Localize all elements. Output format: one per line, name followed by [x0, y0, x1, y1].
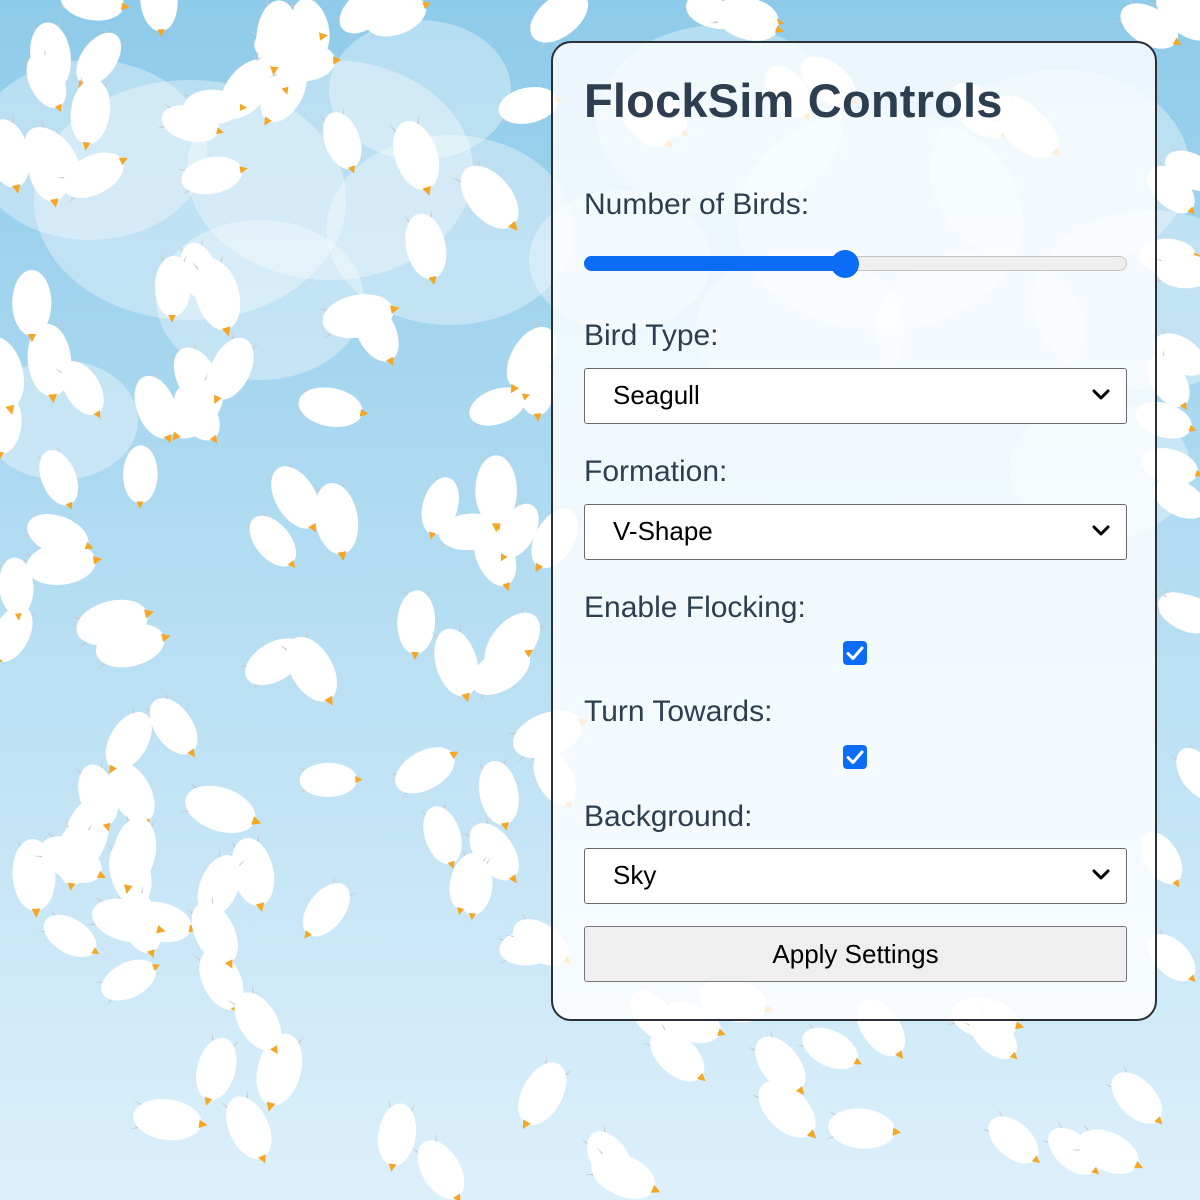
formation-select[interactable]: V-Shape — [584, 504, 1127, 560]
formation-label: Formation: — [584, 455, 728, 488]
birds-count-slider[interactable] — [584, 250, 1127, 278]
background-select[interactable]: Sky — [584, 848, 1127, 904]
formation-value: V-Shape — [613, 516, 713, 546]
background-label: Background: — [584, 800, 753, 833]
chevron-down-icon — [1092, 389, 1110, 400]
turn-towards-label: Turn Towards: — [584, 695, 773, 728]
slider-fill — [584, 256, 845, 271]
bird-type-label: Bird Type: — [584, 319, 719, 352]
apply-settings-button[interactable]: Apply Settings — [584, 926, 1127, 982]
slider-thumb[interactable] — [830, 250, 859, 278]
background-value: Sky — [613, 860, 657, 890]
chevron-down-icon — [1092, 525, 1110, 536]
birds-count-label: Number of Birds: — [584, 188, 810, 221]
chevron-down-icon — [1092, 869, 1110, 880]
bird-type-value: Seagull — [613, 380, 700, 410]
bird-type-select[interactable]: Seagull — [584, 368, 1127, 424]
checkmark-icon — [846, 646, 864, 660]
turn-towards-checkbox[interactable] — [843, 745, 867, 769]
flocking-checkbox[interactable] — [843, 641, 867, 665]
checkmark-icon — [846, 750, 864, 764]
panel-title: FlockSim Controls — [584, 74, 1003, 127]
controls-panel: FlockSim Controls Number of Birds: Bird … — [551, 41, 1157, 1021]
flocking-label: Enable Flocking: — [584, 591, 806, 624]
